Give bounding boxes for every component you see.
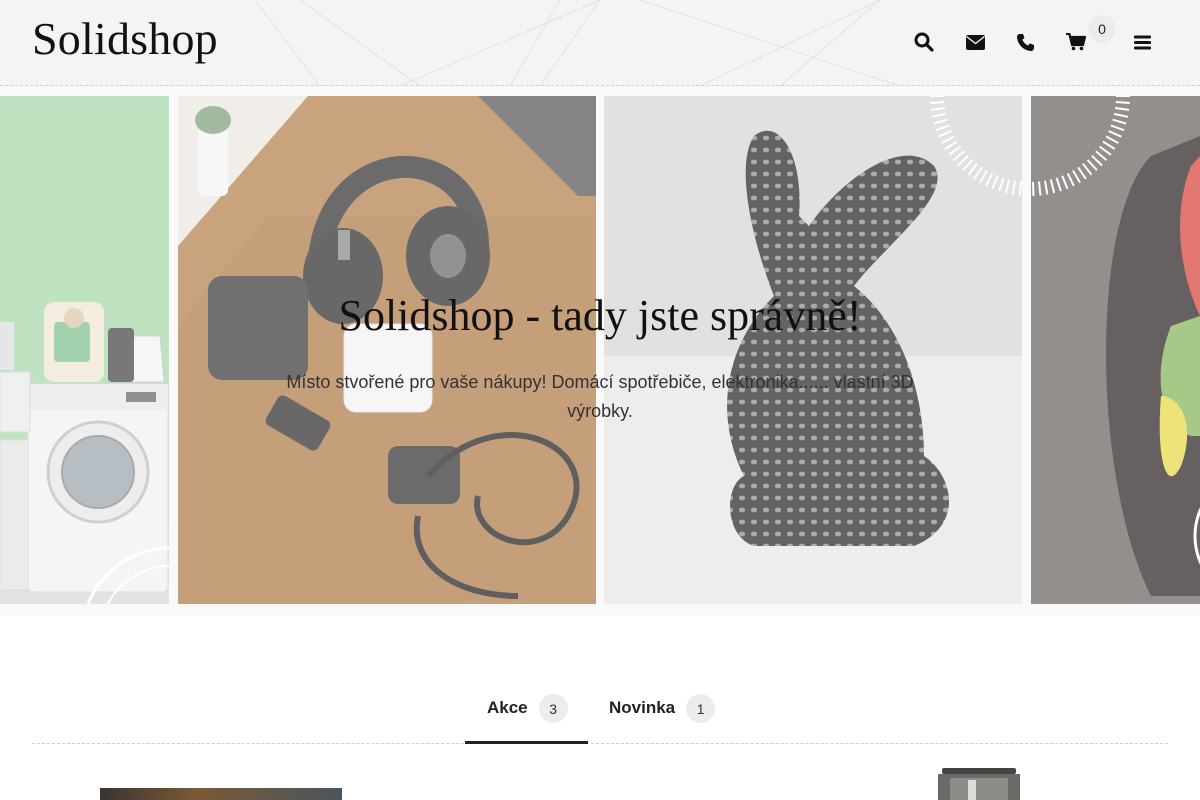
tab-akce[interactable]: Akce 3	[487, 690, 568, 744]
envelope-icon[interactable]	[962, 29, 988, 55]
product-tabs: Akce 3 Novinka 1	[32, 690, 1168, 744]
site-logo[interactable]: Solidshop	[32, 12, 218, 65]
active-tab-indicator	[465, 741, 588, 744]
tab-count-badge: 3	[538, 694, 568, 723]
hero-subtitle: Místo stvořené pro vaše nákupy! Domácí s…	[286, 372, 914, 421]
tab-label: Novinka	[609, 698, 676, 717]
product-image[interactable]	[100, 788, 342, 800]
cart-count-badge: 0	[1088, 15, 1116, 43]
appliances-image	[0, 96, 169, 604]
electronics-image	[178, 96, 596, 604]
product-image[interactable]	[936, 768, 1022, 800]
hero-carousel: Solidshop - tady jste správně! Místo stv…	[0, 86, 1200, 616]
hero-title: Solidshop - tady jste správně!	[338, 291, 862, 340]
cart-icon[interactable]	[1063, 29, 1089, 55]
decorative-ring	[930, 95, 1130, 196]
carousel-slide-electronics[interactable]	[178, 96, 596, 604]
site-header: Solidshop 0	[0, 0, 1200, 86]
tab-label: Akce	[487, 698, 528, 717]
search-icon[interactable]	[911, 29, 937, 55]
carousel-slide-appliances[interactable]	[0, 96, 169, 604]
menu-icon[interactable]	[1129, 29, 1155, 55]
phone-icon[interactable]	[1012, 29, 1038, 55]
tab-novinka[interactable]: Novinka 1	[609, 690, 716, 744]
tab-count-badge: 1	[686, 694, 716, 723]
